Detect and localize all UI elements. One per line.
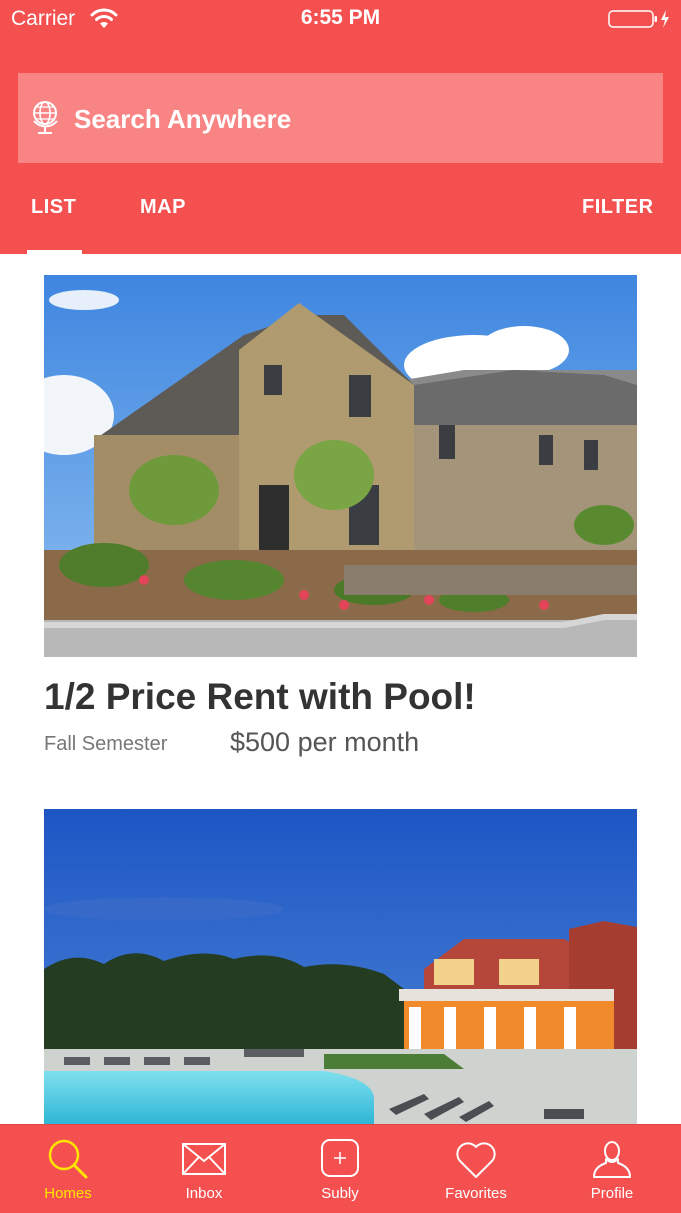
search-icon (48, 1139, 88, 1179)
search-bar[interactable]: Search Anywhere (18, 73, 663, 163)
tab-homes[interactable]: Homes (0, 1125, 136, 1213)
listing-title[interactable]: 1/2 Price Rent with Pool! (44, 676, 476, 718)
charging-bolt-icon (661, 10, 669, 28)
tab-inbox[interactable]: Inbox (136, 1125, 272, 1213)
tab-label: Subly (321, 1185, 359, 1202)
heart-icon (456, 1142, 496, 1178)
plus-square-icon (321, 1139, 359, 1177)
listing-photo[interactable] (44, 809, 637, 1124)
tab-label: Favorites (445, 1185, 507, 1202)
app-header: Carrier 6:55 PM Search Anywhere LIST MAP… (0, 0, 681, 254)
tab-list[interactable]: LIST (31, 196, 76, 219)
tab-favorites[interactable]: Favorites (408, 1125, 544, 1213)
search-placeholder: Search Anywhere (74, 104, 292, 134)
globe-icon (33, 101, 58, 134)
filter-button[interactable]: FILTER (582, 196, 654, 219)
bottom-tab-bar: Homes Inbox Subly Favorites Profile (0, 1124, 681, 1213)
mail-icon (182, 1143, 226, 1175)
tab-map[interactable]: MAP (140, 196, 186, 219)
status-bar: Carrier 6:55 PM (0, 0, 681, 38)
listing-price: $500 per month (230, 727, 420, 757)
tab-subly[interactable]: Subly (272, 1125, 408, 1213)
listing-photo[interactable] (44, 275, 637, 657)
person-icon (593, 1141, 631, 1178)
listing-term: Fall Semester (44, 733, 168, 755)
tab-label: Homes (44, 1185, 92, 1202)
tab-profile[interactable]: Profile (544, 1125, 680, 1213)
battery-icon (608, 10, 669, 28)
tab-label: Profile (590, 1185, 634, 1202)
tab-label: Inbox (185, 1185, 223, 1202)
selected-tab-indicator (27, 250, 82, 254)
clock: 6:55 PM (300, 6, 381, 29)
